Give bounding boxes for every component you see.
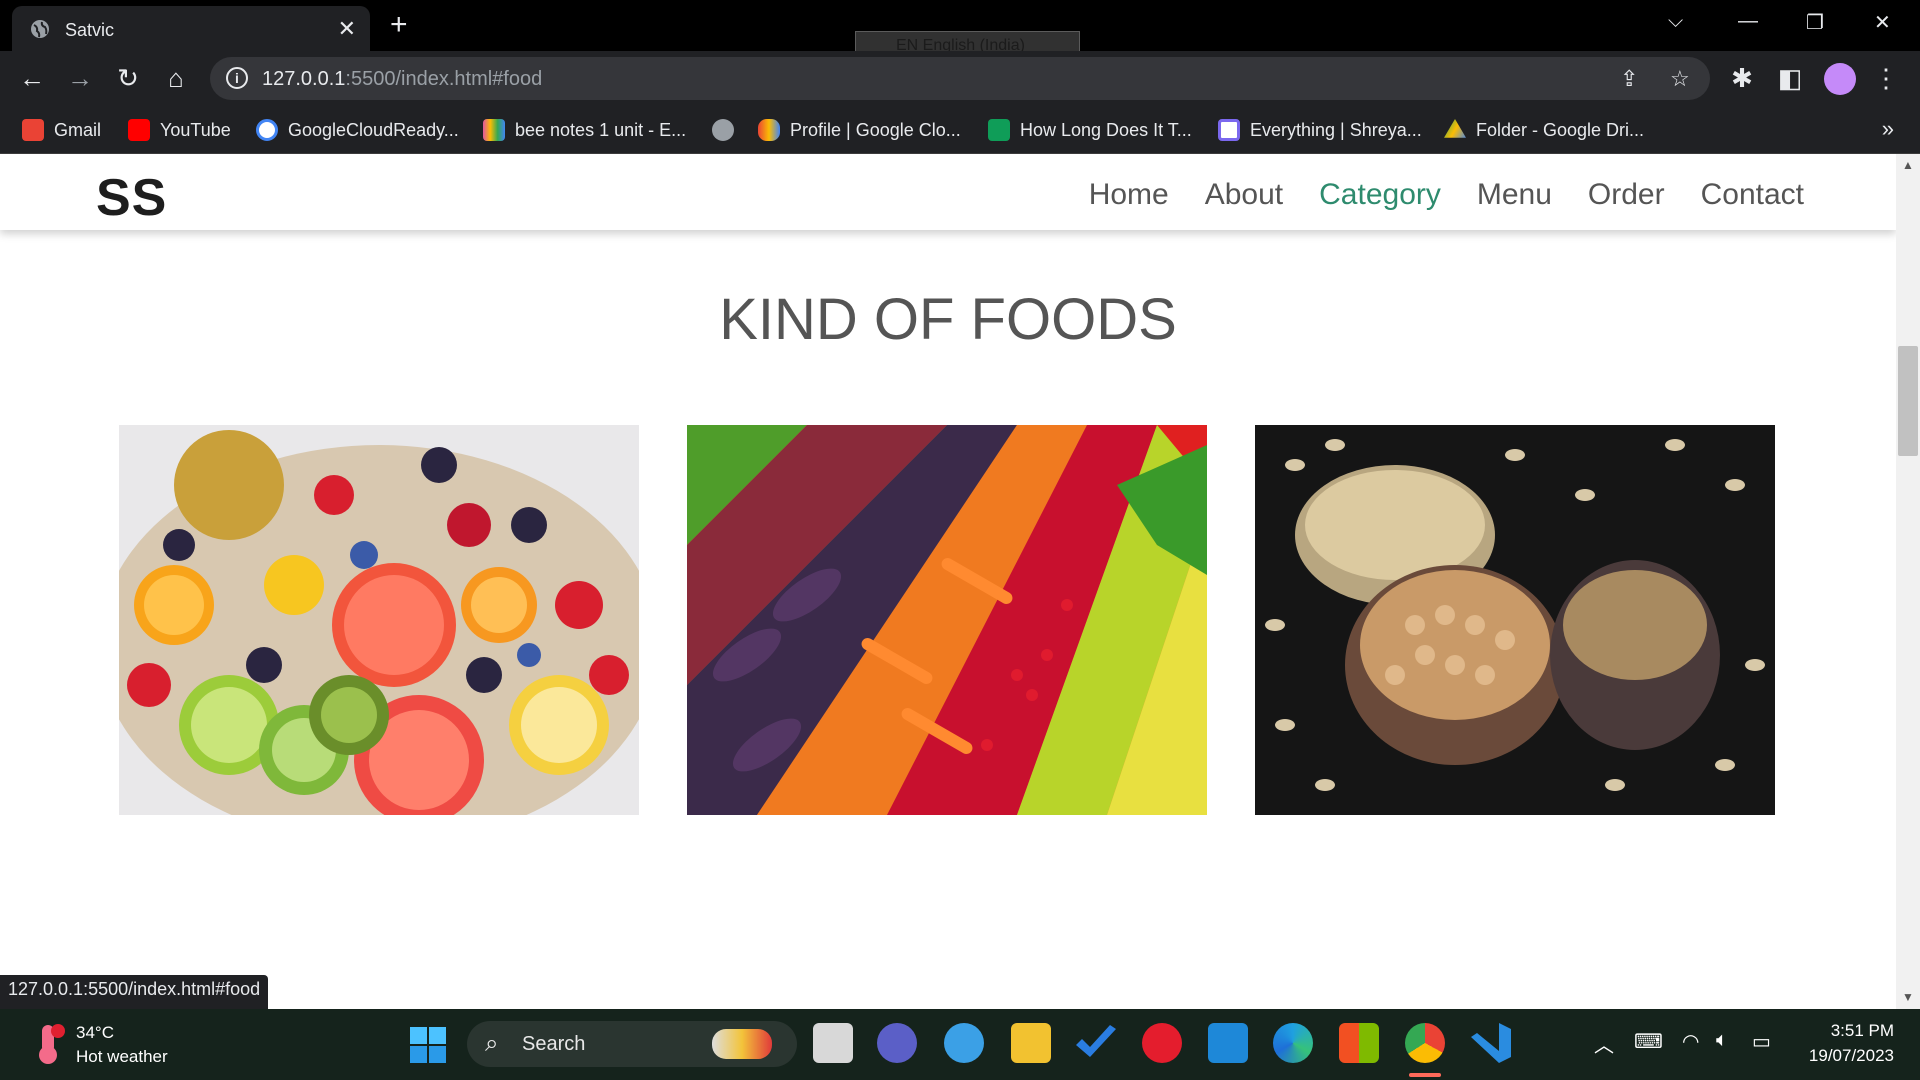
file-explorer-icon[interactable] <box>1011 1023 1051 1063</box>
browser-tab[interactable]: Satvic ✕ <box>12 6 370 51</box>
google-icon <box>256 119 278 141</box>
teams-chat-icon[interactable] <box>877 1023 917 1063</box>
url-text: 127.0.0.1:5500/index.html#food <box>262 68 543 90</box>
keyboard-icon[interactable]: ⌨ <box>1634 1029 1663 1054</box>
wifi-icon[interactable]: ◠ <box>1682 1029 1699 1054</box>
bookmark-item[interactable]: Gmail <box>22 118 101 142</box>
nav-contact[interactable]: Contact <box>1701 178 1804 212</box>
opera-icon[interactable] <box>1142 1023 1182 1063</box>
bookmark-item[interactable]: How Long Does It T... <box>988 118 1192 142</box>
clock-date[interactable]: 19/07/2023 <box>1809 1046 1894 1066</box>
address-bar[interactable]: i 127.0.0.1:5500/index.html#food ⇪ ☆ <box>210 57 1710 100</box>
site-header: SS Home About Category Menu Order Contac… <box>0 154 1896 230</box>
window-close-icon[interactable]: ✕ <box>1874 10 1891 35</box>
section-title: KIND OF FOODS <box>719 287 1177 352</box>
vscode-icon[interactable] <box>1471 1023 1511 1063</box>
nav-category[interactable]: Category <box>1319 178 1441 212</box>
profile-avatar[interactable] <box>1824 63 1856 95</box>
windows-start-icon[interactable] <box>410 1027 446 1063</box>
bookmark-item[interactable]: Profile | Google Clo... <box>758 118 961 142</box>
task-view-icon[interactable] <box>813 1023 853 1063</box>
clock-time[interactable]: 3:51 PM <box>1831 1021 1894 1041</box>
search-highlight-icon <box>712 1029 772 1059</box>
notes-icon <box>483 119 505 141</box>
scroll-thumb[interactable] <box>1898 346 1918 456</box>
globe-icon <box>712 119 734 141</box>
tab-search-icon[interactable]: ⌵ <box>1668 10 1683 33</box>
new-tab-icon[interactable]: + <box>390 8 408 42</box>
myhp-icon[interactable] <box>1208 1023 1248 1063</box>
back-icon[interactable]: ← <box>18 64 46 92</box>
taskbar: 34°C Hot weather ⌕ Search ︿ ⌨ ◠ 🔈︎ ▭ 3:5… <box>0 1009 1920 1080</box>
chrome-icon[interactable] <box>1405 1023 1445 1063</box>
thermometer-icon[interactable] <box>30 1023 66 1065</box>
minimize-icon[interactable]: — <box>1738 10 1758 33</box>
forward-icon[interactable]: → <box>66 64 94 92</box>
microsoft-store-icon[interactable] <box>1339 1023 1379 1063</box>
grains-image <box>1255 425 1775 815</box>
bookmark-item[interactable]: YouTube <box>128 118 231 142</box>
todo-icon[interactable] <box>1076 1025 1116 1057</box>
volume-icon[interactable]: 🔈︎ <box>1716 1029 1728 1052</box>
fruits-image <box>119 425 639 815</box>
bookmark-item[interactable] <box>712 118 734 142</box>
link-status-url: 127.0.0.1:5500/index.html#food <box>0 975 269 1009</box>
sheets-icon <box>988 119 1010 141</box>
reload-icon[interactable]: ↻ <box>114 64 142 92</box>
gmail-icon <box>22 119 44 141</box>
bookmarks-bar: Gmail YouTube GoogleCloudReady... bee no… <box>0 106 1920 154</box>
web-page: SS Home About Category Menu Order Contac… <box>0 154 1896 1009</box>
search-icon: ⌕ <box>485 1030 499 1057</box>
nav-order[interactable]: Order <box>1588 178 1665 212</box>
restore-icon[interactable]: ❐ <box>1806 10 1824 35</box>
google-cloud-icon <box>758 119 780 141</box>
vegetables-image <box>687 425 1207 815</box>
youtube-icon <box>128 119 150 141</box>
taskbar-search[interactable]: ⌕ Search <box>467 1021 797 1067</box>
weather-temperature[interactable]: 34°C <box>76 1023 114 1043</box>
site-nav: Home About Category Menu Order Contact <box>1089 178 1804 212</box>
chevron-up-icon[interactable]: ︿ <box>1594 1029 1614 1058</box>
site-info-icon[interactable]: i <box>226 67 248 89</box>
tab-close-icon[interactable]: ✕ <box>338 16 356 42</box>
nav-home[interactable]: Home <box>1089 178 1169 212</box>
battery-icon[interactable]: ▭ <box>1752 1029 1771 1054</box>
google-drive-icon <box>1444 119 1466 138</box>
page-scrollbar[interactable] <box>1896 154 1920 1009</box>
side-panel-icon[interactable]: ◧ <box>1776 64 1804 92</box>
home-icon[interactable]: ⌂ <box>162 64 190 92</box>
extensions-icon[interactable]: ✱ <box>1728 64 1756 92</box>
bookmark-item[interactable]: bee notes 1 unit - E... <box>483 118 686 142</box>
nav-about[interactable]: About <box>1205 178 1283 212</box>
bookmark-item[interactable]: Folder - Google Dri... <box>1444 118 1644 142</box>
menu-icon[interactable]: ⋮ <box>1872 64 1900 92</box>
tab-strip: Satvic ✕ + EN English (India) ⌵ — ❐ ✕ <box>0 0 1920 61</box>
active-app-indicator <box>1409 1073 1441 1077</box>
bookmark-star-icon[interactable]: ☆ <box>1670 66 1690 92</box>
clickup-icon <box>1218 119 1240 141</box>
weather-description[interactable]: Hot weather <box>76 1047 168 1067</box>
scroll-up-icon[interactable]: ▲ <box>1898 158 1918 172</box>
bookmark-item[interactable]: GoogleCloudReady... <box>256 118 459 142</box>
scroll-down-icon[interactable]: ▼ <box>1898 990 1918 1004</box>
tab-title: Satvic <box>65 20 115 40</box>
search-label: Search <box>522 1033 586 1055</box>
bookmark-item[interactable]: Everything | Shreya... <box>1218 118 1422 142</box>
share-icon[interactable]: ⇪ <box>1620 66 1638 92</box>
edge-icon[interactable] <box>1273 1023 1313 1063</box>
get-help-icon[interactable] <box>944 1023 984 1063</box>
site-logo[interactable]: SS <box>96 168 167 228</box>
more-bookmarks-icon[interactable]: » <box>1882 116 1894 142</box>
browser-toolbar: ← → ↻ ⌂ i 127.0.0.1:5500/index.html#food… <box>0 51 1920 106</box>
globe-icon <box>31 20 49 38</box>
nav-menu[interactable]: Menu <box>1477 178 1552 212</box>
